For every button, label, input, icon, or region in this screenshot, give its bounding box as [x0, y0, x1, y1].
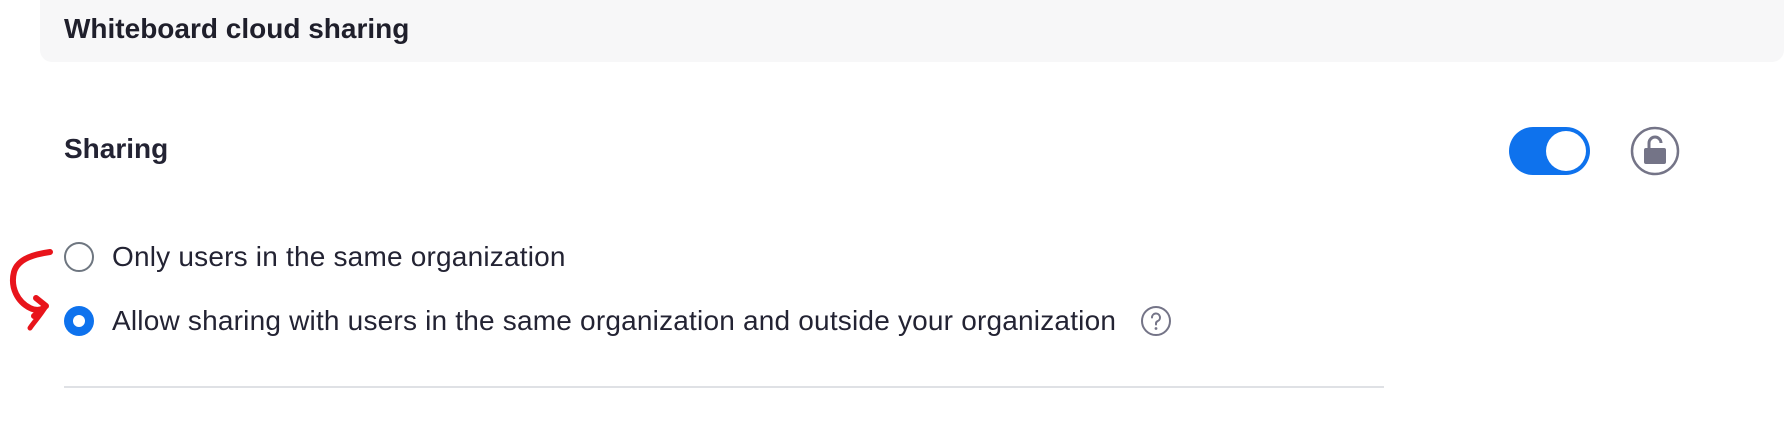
sharing-label: Sharing: [64, 133, 169, 164]
question-circle-icon[interactable]: [1140, 305, 1172, 337]
radio-outside-org[interactable]: [64, 306, 94, 336]
unlocked-padlock-icon[interactable]: [1630, 126, 1680, 176]
option-outside-org-label: Allow sharing with users in the same org…: [112, 305, 1117, 336]
toggle-knob: [1546, 131, 1586, 171]
section-title: Whiteboard cloud sharing: [64, 13, 410, 44]
radio-same-org[interactable]: [64, 242, 94, 272]
option-same-org-label: Only users in the same organization: [112, 241, 566, 272]
section-header: Whiteboard cloud sharing: [40, 0, 1784, 62]
sharing-toggle[interactable]: [1509, 127, 1590, 175]
option-same-org[interactable]: Only users in the same organization: [64, 240, 566, 274]
red-arrow-annotation-icon: [10, 249, 53, 331]
divider: [64, 386, 1384, 388]
option-outside-org[interactable]: Allow sharing with users in the same org…: [64, 304, 1172, 338]
